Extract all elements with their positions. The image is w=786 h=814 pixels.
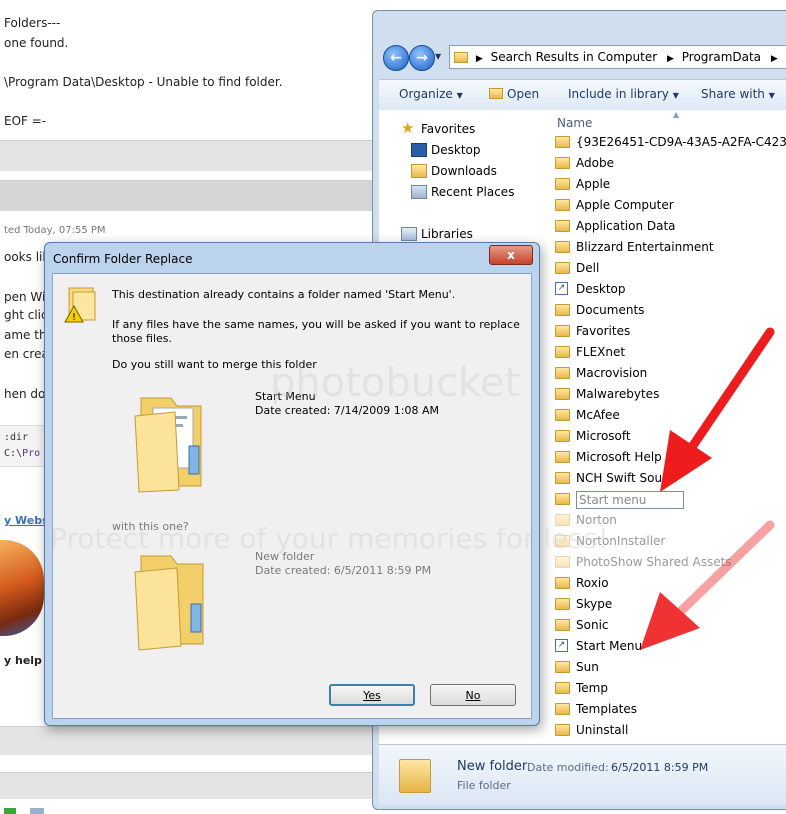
no-button[interactable]: No [430, 684, 516, 706]
dialog-info: those files. [112, 332, 172, 345]
existing-folder-date: Date created: 7/14/2009 1:08 AM [255, 404, 440, 417]
arrow-to-start-menu-rename-icon [660, 327, 775, 492]
close-icon: x [507, 248, 515, 262]
dialog-title: Confirm Folder Replace [53, 252, 193, 266]
incoming-folder-icon [134, 555, 204, 651]
warning-folder-icon: ! [64, 287, 96, 323]
dialog-message: This destination already contains a fold… [112, 288, 456, 301]
yes-button[interactable]: Yes [329, 684, 415, 706]
existing-folder-name: Start Menu [255, 390, 316, 403]
with-this-one-label: with this one? [112, 520, 189, 533]
dialog-info: If any files have the same names, you wi… [112, 318, 520, 331]
svg-text:!: ! [72, 312, 76, 323]
existing-folder-icon [134, 397, 202, 493]
no-label: No [465, 689, 481, 702]
arrow-to-start-menu-shortcut-icon [640, 520, 775, 650]
incoming-folder-date: Date created: 6/5/2011 8:59 PM [255, 564, 432, 577]
confirm-folder-replace-dialog: Confirm Folder Replace x ! This destinat… [44, 242, 540, 726]
dialog-question: Do you still want to merge this folder [112, 358, 317, 371]
incoming-folder-name: New folder [255, 550, 315, 563]
close-button[interactable]: x [489, 245, 533, 265]
yes-label: Yes [363, 689, 381, 702]
dialog-body: ! This destination already contains a fo… [52, 273, 532, 719]
